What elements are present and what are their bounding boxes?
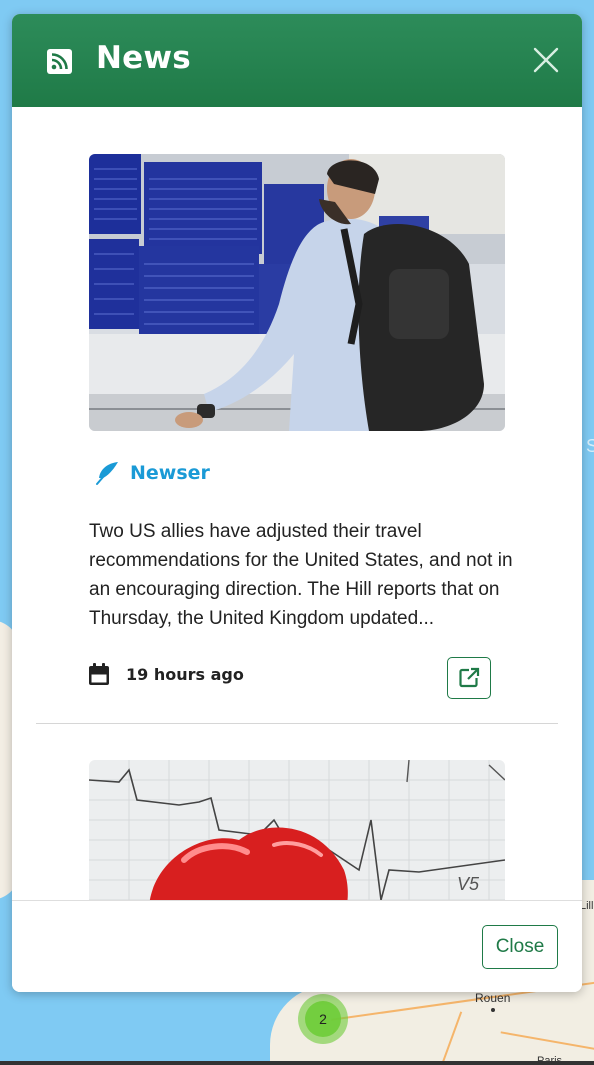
map-cluster-marker[interactable]: 2	[298, 994, 348, 1044]
close-button[interactable]: Close	[482, 925, 558, 969]
open-article-button[interactable]	[447, 657, 491, 699]
map-label-rouen: Rouen	[475, 991, 511, 1005]
source-name[interactable]: Newser	[130, 462, 210, 484]
modal-title: News	[96, 40, 191, 76]
close-icon[interactable]	[532, 46, 560, 74]
calendar-icon	[89, 663, 109, 685]
svg-text:V5: V5	[457, 874, 480, 894]
map-label-lille: Lille	[580, 900, 594, 912]
map-label-edge: S	[586, 436, 594, 456]
article-date: 19 hours ago	[126, 664, 244, 684]
article-image	[89, 154, 505, 431]
news-modal: News Newser Two US allies have adjusted …	[12, 14, 582, 992]
article-divider	[36, 723, 558, 724]
map-city-dot	[491, 1008, 495, 1012]
feather-icon	[96, 462, 118, 485]
external-link-icon	[459, 667, 480, 688]
rss-icon	[47, 49, 72, 74]
map-attribution-bar	[0, 1061, 594, 1065]
article-meta: 19 hours ago	[89, 663, 244, 685]
article-source: Newser	[94, 460, 210, 486]
modal-body[interactable]: Newser Two US allies have adjusted their…	[12, 107, 582, 900]
modal-header: News	[12, 14, 582, 107]
modal-footer: Close	[12, 900, 582, 992]
article-image: V5	[89, 760, 505, 900]
cluster-count: 2	[305, 1001, 341, 1037]
article-summary: Two US allies have adjusted their travel…	[89, 521, 513, 629]
